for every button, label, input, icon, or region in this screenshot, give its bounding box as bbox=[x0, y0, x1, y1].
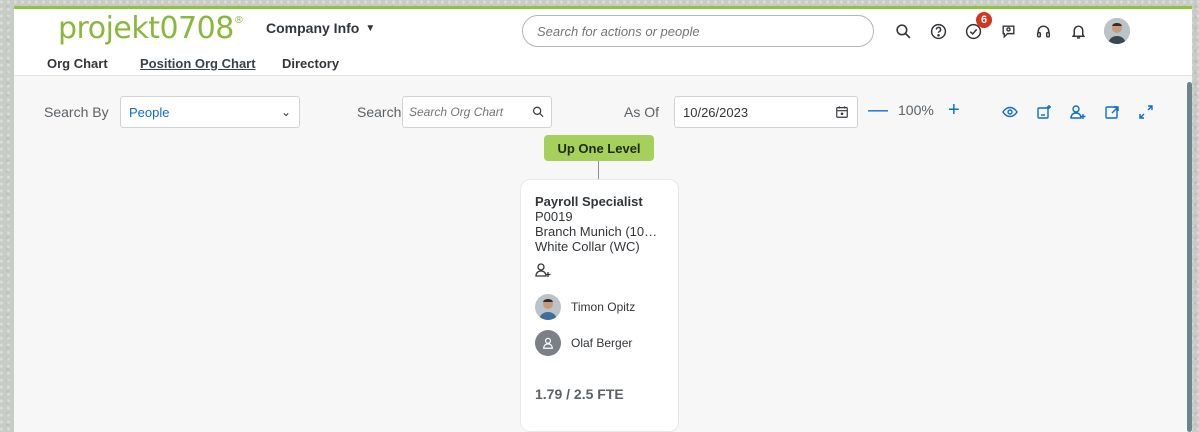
search-icon[interactable] bbox=[886, 15, 921, 47]
as-of-date-picker[interactable]: 10/26/2023 bbox=[674, 96, 858, 128]
zoom-controls: — 100% + bbox=[868, 100, 964, 120]
fullscreen-icon[interactable] bbox=[1134, 100, 1158, 124]
add-person-icon[interactable] bbox=[535, 262, 553, 280]
help-icon[interactable] bbox=[921, 15, 956, 47]
calendar-icon[interactable] bbox=[835, 105, 849, 119]
shell-actions: 6 bbox=[886, 12, 1130, 47]
search-icon[interactable] bbox=[532, 105, 545, 119]
bell-icon[interactable] bbox=[1061, 15, 1096, 47]
org-chart-search-field[interactable] bbox=[402, 96, 552, 128]
fte-summary: 1.79 / 2.5 FTE bbox=[535, 386, 624, 402]
company-logo[interactable]: projekt0708® bbox=[58, 11, 244, 46]
export-icon[interactable] bbox=[1100, 100, 1124, 124]
up-one-level-button[interactable]: Up One Level bbox=[544, 135, 654, 161]
user-avatar[interactable] bbox=[1104, 18, 1130, 44]
search-by-select[interactable]: People ⌄ bbox=[120, 96, 300, 128]
incumbent-row[interactable]: Olaf Berger bbox=[535, 328, 664, 358]
zoom-level: 100% bbox=[898, 102, 934, 118]
add-person-icon[interactable] bbox=[1066, 100, 1090, 124]
position-title: Payroll Specialist bbox=[535, 194, 643, 209]
headset-icon[interactable] bbox=[1026, 15, 1061, 47]
vertical-scrollbar[interactable] bbox=[1187, 82, 1192, 432]
incumbent-row[interactable]: Timon Opitz bbox=[535, 292, 664, 322]
connector-line bbox=[598, 161, 599, 179]
position-card[interactable]: Payroll Specialist P0019 Branch Munich (… bbox=[520, 179, 679, 432]
person-name: Timon Opitz bbox=[571, 300, 636, 314]
tab-org-chart[interactable]: Org Chart bbox=[47, 56, 108, 71]
org-chart-search-input[interactable] bbox=[409, 105, 533, 119]
as-of-label: As Of bbox=[624, 104, 660, 120]
tab-directory[interactable]: Directory bbox=[282, 56, 339, 71]
chat-icon[interactable] bbox=[991, 15, 1026, 47]
position-code: P0019 bbox=[535, 209, 573, 224]
position-category: White Collar (WC) bbox=[535, 239, 640, 254]
sub-navigation: Org Chart Position Org Chart Directory bbox=[14, 50, 1192, 76]
person-photo bbox=[535, 294, 561, 320]
module-menu-button[interactable]: Company Info ▼ bbox=[266, 20, 375, 36]
view-tools bbox=[998, 100, 1158, 124]
search-by-value: People bbox=[129, 104, 170, 120]
app-window: projekt0708® Company Info ▼ 6 bbox=[14, 6, 1192, 432]
search-label: Search bbox=[357, 104, 402, 120]
notification-badge: 6 bbox=[976, 12, 992, 28]
module-menu-label: Company Info bbox=[266, 20, 360, 36]
as-of-date-value: 10/26/2023 bbox=[683, 104, 749, 120]
caret-down-icon: ▼ bbox=[365, 22, 376, 34]
person-name: Olaf Berger bbox=[571, 336, 633, 350]
shell-bar: projekt0708® Company Info ▼ 6 bbox=[14, 6, 1192, 50]
chevron-down-icon: ⌄ bbox=[280, 105, 291, 119]
show-details-icon[interactable] bbox=[998, 100, 1022, 124]
add-position-icon[interactable] bbox=[1032, 100, 1056, 124]
person-placeholder-icon bbox=[535, 330, 561, 356]
zoom-in-button[interactable]: + bbox=[944, 100, 964, 120]
global-search-input[interactable] bbox=[537, 23, 859, 39]
tab-position-org-chart[interactable]: Position Org Chart bbox=[140, 56, 256, 71]
position-location: Branch Munich (1000... bbox=[535, 224, 664, 239]
search-by-label: Search By bbox=[44, 104, 109, 120]
tasks-icon[interactable]: 6 bbox=[956, 12, 992, 47]
org-chart-toolbar: Search By People ⌄ Search As Of 10/26/20… bbox=[14, 76, 1192, 128]
global-search-field[interactable] bbox=[522, 15, 874, 47]
zoom-out-button[interactable]: — bbox=[868, 100, 888, 120]
